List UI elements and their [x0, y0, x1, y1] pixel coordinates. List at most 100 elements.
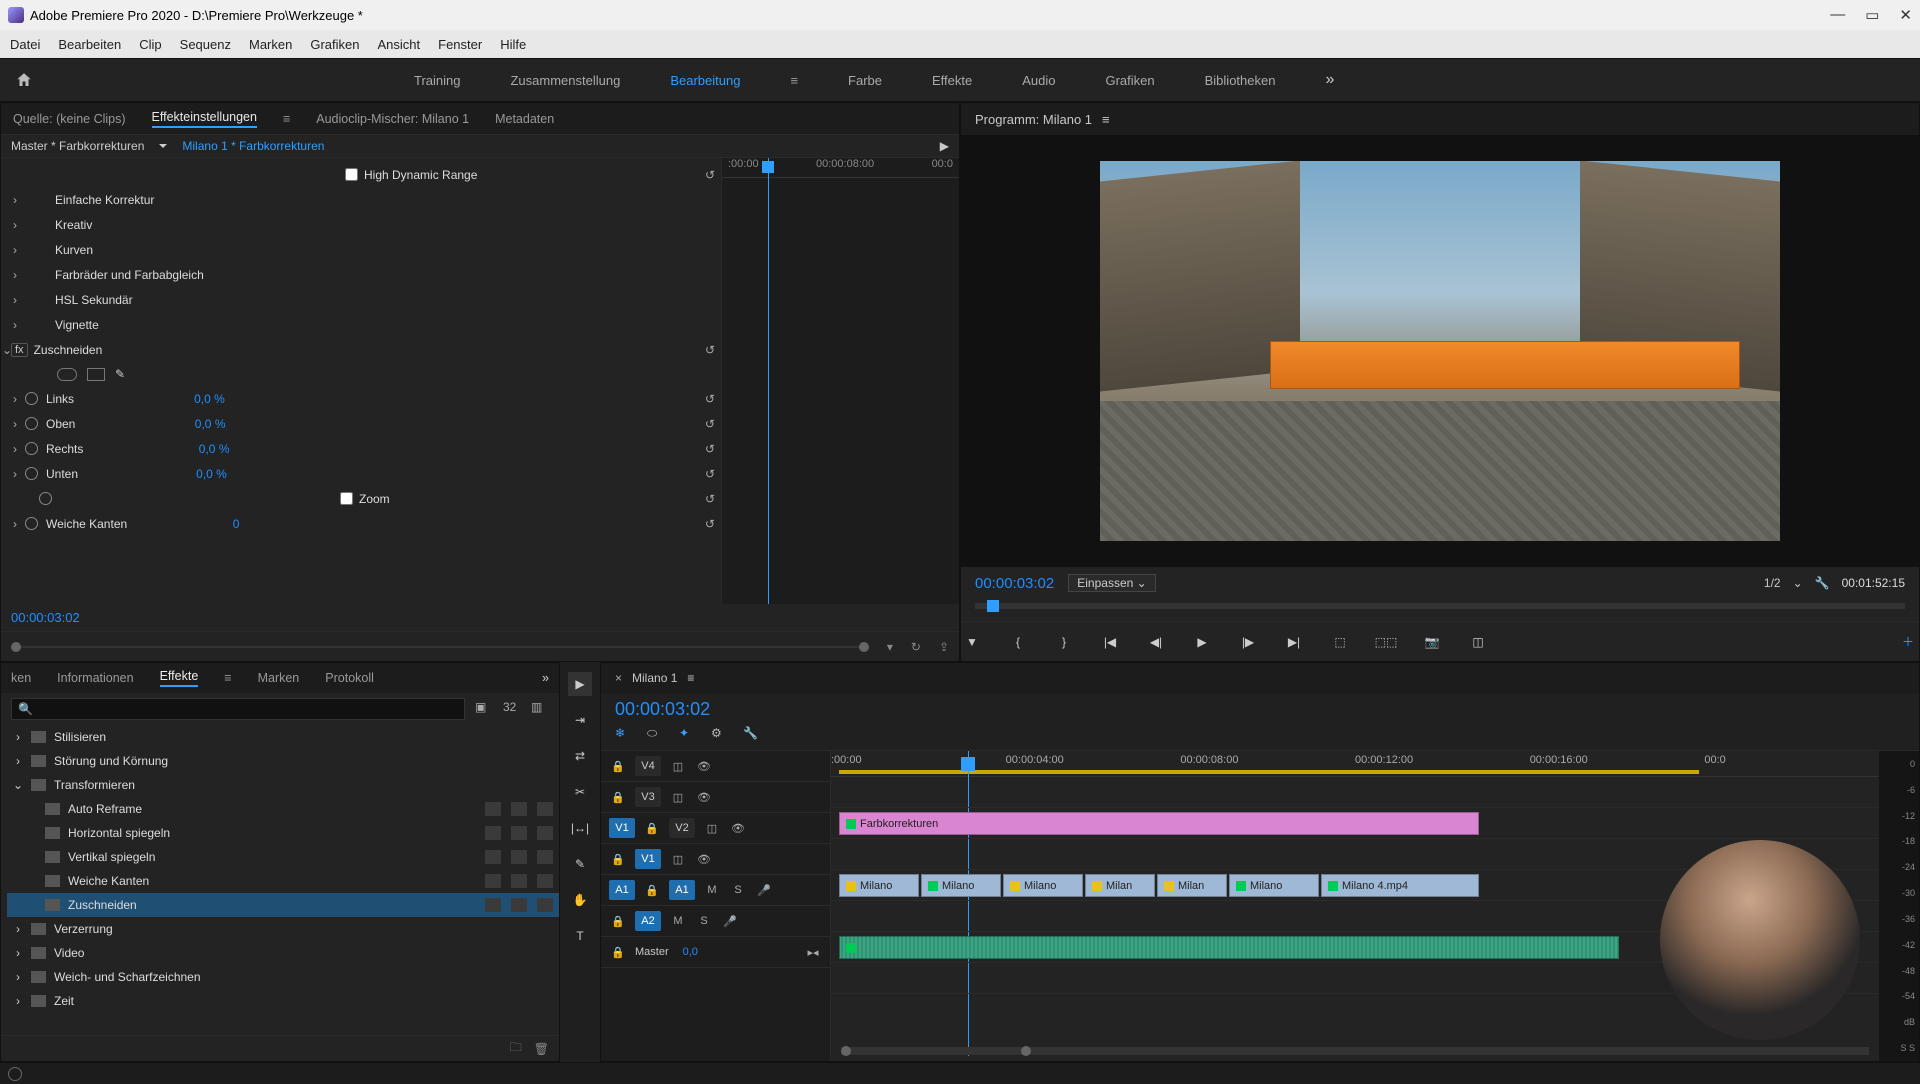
expand-icon[interactable]: › — [9, 293, 21, 307]
toggle-output-icon[interactable]: 👁 — [695, 791, 713, 804]
lock-icon[interactable]: 🔒 — [643, 822, 661, 835]
track-v4[interactable] — [831, 777, 1879, 808]
workspace-color[interactable]: Farbe — [848, 73, 882, 88]
stopwatch-icon[interactable] — [25, 392, 38, 405]
reset-icon[interactable]: ↺ — [705, 517, 715, 531]
reset-icon[interactable]: ↺ — [705, 392, 715, 406]
close-button[interactable]: ✕ — [1899, 6, 1912, 24]
group-basic[interactable]: Einfache Korrektur — [55, 193, 154, 207]
effect-feather[interactable]: Weiche Kanten — [68, 874, 149, 888]
tab-source[interactable]: Quelle: (keine Clips) — [13, 112, 126, 126]
slip-tool-icon[interactable]: |↔| — [568, 816, 592, 840]
comparison-view-icon[interactable]: ◫ — [1467, 631, 1489, 653]
filter-yuv-icon[interactable]: ▥ — [531, 700, 549, 718]
button-editor-icon[interactable]: ＋ — [1897, 631, 1919, 653]
lock-icon[interactable]: 🔒 — [643, 884, 661, 897]
source-a1-label[interactable]: A1 — [609, 880, 635, 900]
toggle-output-icon[interactable]: 👁 — [729, 822, 747, 835]
add-marker-icon[interactable]: ✦ — [679, 726, 697, 744]
expand-icon[interactable]: › — [13, 730, 23, 744]
tree-time[interactable]: Zeit — [54, 994, 74, 1008]
tree-transform[interactable]: Transformieren — [54, 778, 135, 792]
collapse-icon[interactable]: ⌄ — [13, 778, 23, 792]
linked-selection-icon[interactable]: ⬭ — [647, 726, 665, 744]
lock-icon[interactable]: 🔒 — [609, 791, 627, 804]
zoom-checkbox[interactable] — [340, 492, 353, 505]
menu-grafiken[interactable]: Grafiken — [310, 37, 359, 52]
sync-lock-icon[interactable]: ◫ — [669, 853, 687, 866]
group-vignette[interactable]: Vignette — [55, 318, 99, 332]
menu-bearbeiten[interactable]: Bearbeiten — [58, 37, 121, 52]
group-wheels[interactable]: Farbräder und Farbabgleich — [55, 268, 204, 282]
go-to-in-icon[interactable]: |◀ — [1099, 631, 1121, 653]
new-bin-icon[interactable]: 🗀 — [510, 1038, 522, 1059]
tab-effect-controls-menu-icon[interactable]: ≡ — [283, 112, 290, 126]
mute-button[interactable]: M — [703, 884, 721, 896]
filter-icon[interactable]: ▾ — [887, 640, 893, 654]
tree-video[interactable]: Video — [54, 946, 84, 960]
tree-sharpen[interactable]: Weich- und Scharfzeichnen — [54, 970, 201, 984]
mark-in-icon[interactable]: { — [1007, 631, 1029, 653]
program-timecode[interactable]: 00:00:03:02 — [975, 575, 1054, 592]
stopwatch-icon[interactable] — [39, 492, 52, 505]
tabs-overflow-icon[interactable]: » — [542, 671, 549, 685]
reset-icon[interactable]: ↺ — [705, 492, 715, 506]
track-a1-label[interactable]: A1 — [669, 880, 695, 900]
source-v1-label[interactable]: V1 — [609, 818, 635, 838]
workspace-libraries[interactable]: Bibliotheken — [1205, 73, 1276, 88]
sequence-menu-icon[interactable]: ≡ — [687, 671, 694, 685]
tree-stylize[interactable]: Stilisieren — [54, 730, 106, 744]
voice-over-icon[interactable]: 🎤 — [755, 884, 773, 897]
crop-bottom-value[interactable]: 0,0 % — [196, 467, 227, 481]
group-creative[interactable]: Kreativ — [55, 218, 92, 232]
maximize-button[interactable]: ▭ — [1865, 6, 1879, 24]
toggle-output-icon[interactable]: 👁 — [695, 853, 713, 866]
crop-reset-icon[interactable]: ↺ — [705, 343, 715, 357]
track-v4-label[interactable]: V4 — [635, 756, 661, 776]
step-back-icon[interactable]: ◀| — [1145, 631, 1167, 653]
wrench-icon[interactable]: 🔧 — [743, 726, 761, 744]
clip-video[interactable]: Milano — [1003, 874, 1083, 897]
mark-out-icon[interactable]: } — [1053, 631, 1075, 653]
tab-history[interactable]: Protokoll — [325, 671, 374, 685]
stopwatch-icon[interactable] — [25, 442, 38, 455]
play-icon[interactable]: ▶ — [1191, 631, 1213, 653]
collapse-master-icon[interactable]: ▸◂ — [804, 946, 822, 959]
workspace-training[interactable]: Training — [414, 73, 460, 88]
reset-icon[interactable]: ↺ — [705, 467, 715, 481]
expand-icon[interactable]: › — [9, 467, 21, 481]
extract-icon[interactable]: ⬚⬚ — [1375, 631, 1397, 653]
menu-clip[interactable]: Clip — [139, 37, 161, 52]
timeline-zoom-slider[interactable] — [841, 1047, 1869, 1055]
crop-left-value[interactable]: 0,0 % — [194, 392, 225, 406]
track-v2-label[interactable]: V2 — [669, 818, 695, 838]
lift-icon[interactable]: ⬚ — [1329, 631, 1351, 653]
expand-icon[interactable]: › — [13, 970, 23, 984]
tree-noise[interactable]: Störung und Körnung — [54, 754, 168, 768]
mask-ellipse-icon[interactable] — [57, 368, 77, 381]
close-sequence-icon[interactable]: × — [615, 671, 622, 685]
clip-video[interactable]: Milan — [1157, 874, 1227, 897]
program-scrub-bar[interactable] — [961, 599, 1919, 621]
loop-icon[interactable]: ↻ — [911, 640, 921, 654]
program-viewer[interactable] — [961, 135, 1919, 567]
reset-icon[interactable]: ↺ — [705, 417, 715, 431]
effect-crop[interactable]: Zuschneiden — [68, 898, 137, 912]
lock-icon[interactable]: 🔒 — [609, 946, 627, 959]
home-icon[interactable] — [14, 71, 34, 89]
edge-feather-value[interactable]: 0 — [233, 517, 240, 531]
stopwatch-icon[interactable] — [25, 417, 38, 430]
program-resolution-dropdown[interactable]: 1/2 — [1764, 576, 1781, 590]
clip-video[interactable]: Milan — [1085, 874, 1155, 897]
program-menu-icon[interactable]: ≡ — [1102, 112, 1110, 127]
hdr-reset-icon[interactable]: ↺ — [705, 168, 715, 182]
clip-video[interactable]: Milano — [1229, 874, 1319, 897]
expand-icon[interactable]: › — [9, 268, 21, 282]
pen-tool-icon[interactable]: ✎ — [568, 852, 592, 876]
sequence-name[interactable]: Milano 1 — [632, 671, 677, 685]
ripple-edit-tool-icon[interactable]: ⇄ — [568, 744, 592, 768]
fx-badge[interactable]: fx — [11, 343, 28, 357]
workspace-editing[interactable]: Bearbeitung — [670, 73, 740, 88]
clip-video[interactable]: Milano 4.mp4 — [1321, 874, 1479, 897]
tab-effects[interactable]: Effekte — [160, 669, 199, 687]
